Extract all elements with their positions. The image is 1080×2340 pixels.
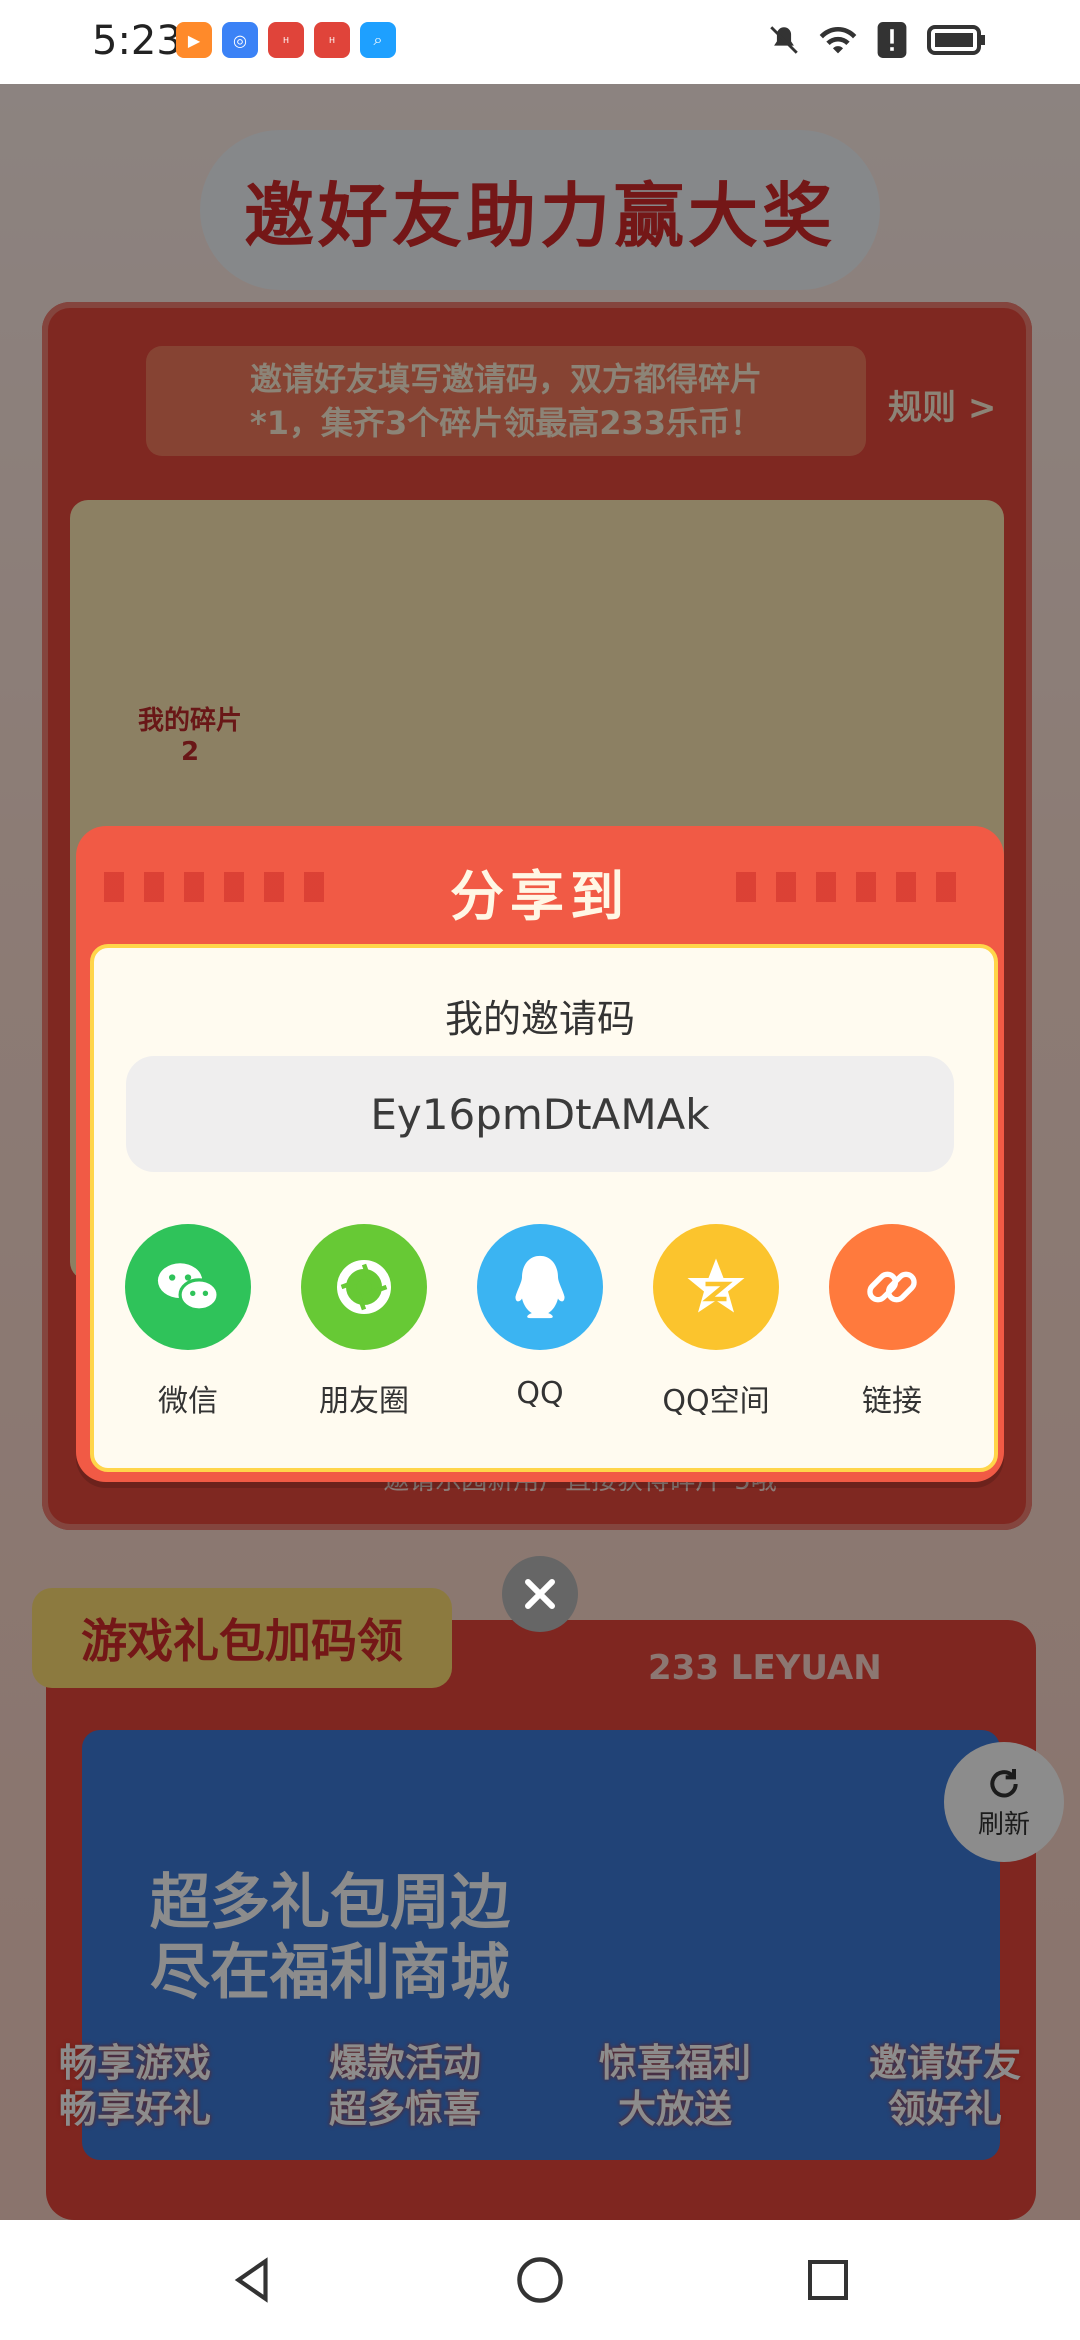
close-icon	[525, 1579, 555, 1609]
share-qq-label: QQ	[516, 1376, 564, 1411]
share-link-label: 链接	[862, 1384, 922, 1419]
share-moments-label: 朋友圈	[319, 1384, 409, 1419]
home-button[interactable]	[505, 2245, 575, 2315]
invite-code-field[interactable]: Ey16pmDtAMAk	[126, 1056, 954, 1172]
home-icon	[517, 2257, 563, 2303]
share-link[interactable]: 链接	[812, 1224, 972, 1420]
qq-icon	[477, 1224, 603, 1350]
share-wechat[interactable]: 微信	[108, 1224, 268, 1420]
wifi-icon	[818, 20, 858, 60]
mute-icon	[764, 20, 804, 60]
huawei-app-icon-1: H	[268, 22, 304, 58]
status-time: 5:23	[92, 18, 182, 64]
browser-app-icon: ◎	[222, 22, 258, 58]
back-icon	[234, 2257, 268, 2303]
share-qzone-label: QQ空间	[662, 1384, 770, 1419]
recents-button[interactable]	[793, 2245, 863, 2315]
link-icon	[829, 1224, 955, 1350]
wechat-icon	[125, 1224, 251, 1350]
alert-icon	[872, 20, 912, 60]
qzone-icon	[653, 1224, 779, 1350]
recents-icon	[807, 2260, 848, 2300]
status-bar: 5:23 ▶ ◎ H H ⌕	[0, 0, 1080, 84]
invite-code-label: 我的邀请码	[444, 997, 635, 1041]
share-moments[interactable]: 朋友圈	[284, 1224, 444, 1420]
status-indicators	[764, 20, 988, 60]
share-wechat-label: 微信	[158, 1384, 218, 1419]
share-modal-title: 分享到	[450, 865, 630, 928]
back-button[interactable]	[218, 2245, 288, 2315]
navigation-bar	[0, 2220, 1080, 2340]
search-app-icon: ⌕	[360, 22, 396, 58]
huawei-app-icon-2: H	[314, 22, 350, 58]
play-app-icon: ▶	[176, 22, 212, 58]
status-app-icons: ▶ ◎ H H ⌕	[176, 22, 396, 58]
share-options: 微信 朋友圈 QQ QQ空间 链接	[108, 1224, 972, 1420]
battery-icon	[926, 20, 988, 60]
moments-icon	[301, 1224, 427, 1350]
share-qzone[interactable]: QQ空间	[636, 1224, 796, 1420]
close-button[interactable]	[502, 1556, 578, 1632]
share-qq[interactable]: QQ	[460, 1224, 620, 1420]
